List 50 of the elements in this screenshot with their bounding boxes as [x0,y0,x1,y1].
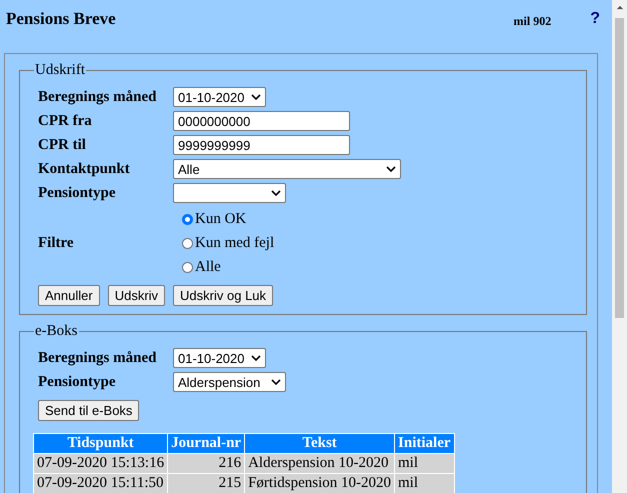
action-button[interactable]: Udskriv og Luk [173,285,274,306]
table-cell: mil [395,454,454,473]
scrollbar[interactable] [612,0,627,493]
field-label: Beregnings måned [38,88,158,106]
table-cell: mil [395,474,454,493]
column-header: Initialer [395,434,454,453]
column-header: Journal-nr [168,434,244,453]
radio-button[interactable] [182,238,193,248]
field-label: Filtre [38,234,75,252]
dropdown[interactable]: Alle [173,159,401,179]
field-label: Pensiontype [38,184,117,202]
radio-label: Alle [195,258,221,276]
fieldset-legend: Udskrift [34,62,86,79]
field-label: Beregnings måned [38,350,158,366]
dropdown[interactable]: Alderspension [173,372,286,392]
dropdown[interactable]: 01-10-2020 [173,87,266,107]
caret-icon [251,94,261,100]
input-field[interactable]: 9999999999 [173,135,350,155]
dropdown[interactable]: 01-10-2020 [173,348,266,368]
table-cell: Alderspension 10-2020 [245,454,394,473]
caret-icon [386,166,396,172]
caret-icon [251,355,261,361]
scroll-up-icon[interactable] [616,5,624,10]
action-button[interactable]: Udskriv [108,285,166,306]
caret-icon [271,379,281,385]
radio-button[interactable] [182,262,193,272]
radio-button[interactable] [182,214,193,224]
column-header: Tidspunkt [34,434,168,453]
caret-icon [271,190,281,196]
field-label: CPR til [38,136,87,154]
scroll-thumb[interactable] [615,18,624,318]
page-title: Pensions Breve [6,8,116,28]
action-button[interactable]: Annuller [38,285,100,306]
table-cell: 07-09-2020 15:13:16 [34,454,168,473]
column-header: Tekst [245,434,394,453]
table-cell: 216 [168,454,244,473]
radio-label: Kun med fejl [195,234,274,252]
table-cell: 07-09-2020 15:11:50 [34,474,168,493]
help-link[interactable]: ? [590,10,600,28]
table-cell: 215 [168,474,244,493]
input-field[interactable]: 0000000000 [173,111,350,131]
field-label: CPR fra [38,112,93,130]
user-label: mil 902 [514,14,552,29]
table-cell: Førtidspension 10-2020 [245,474,394,493]
send-button[interactable]: Send til e-Boks [38,400,140,421]
field-label: Kontaktpunkt [38,160,131,178]
radio-label: Kun OK [195,210,246,228]
fieldset-legend: e-Boks [34,323,78,340]
dropdown[interactable] [173,183,286,203]
field-label: Pensiontype [38,374,117,390]
